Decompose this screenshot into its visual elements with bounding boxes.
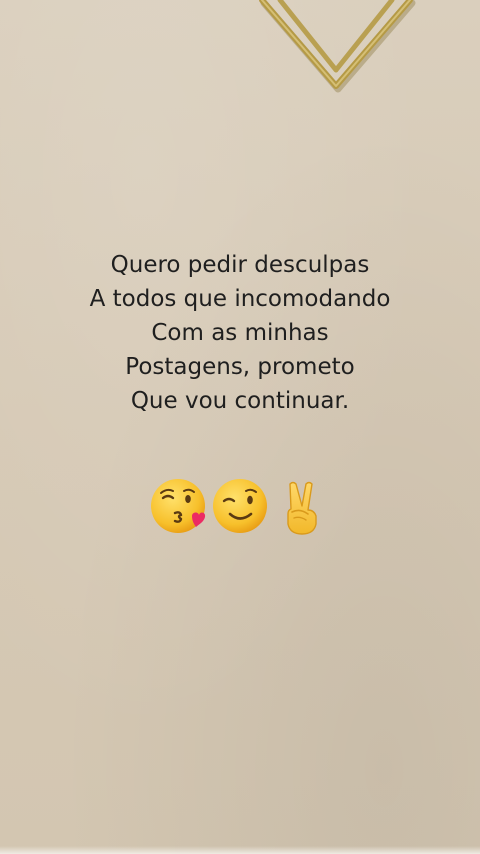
apology-message: Quero pedir desculpas A todos que incomo… — [40, 248, 440, 418]
face-blowing-a-kiss-icon — [151, 479, 206, 533]
emoji-row — [140, 476, 340, 540]
paperclip-icon — [259, 0, 416, 93]
message-line: Que vou continuar. — [130, 388, 350, 414]
message-line: Postagens, prometo — [125, 354, 355, 380]
winking-face-icon — [213, 479, 267, 533]
paper-bottom-edge — [0, 846, 480, 854]
message-line: Quero pedir desculpas — [110, 252, 370, 278]
message-line: A todos que incomodando — [89, 286, 391, 312]
message-line: Com as minhas — [151, 320, 329, 346]
victory-hand-icon — [287, 481, 317, 535]
kraft-paper-background — [0, 0, 480, 854]
